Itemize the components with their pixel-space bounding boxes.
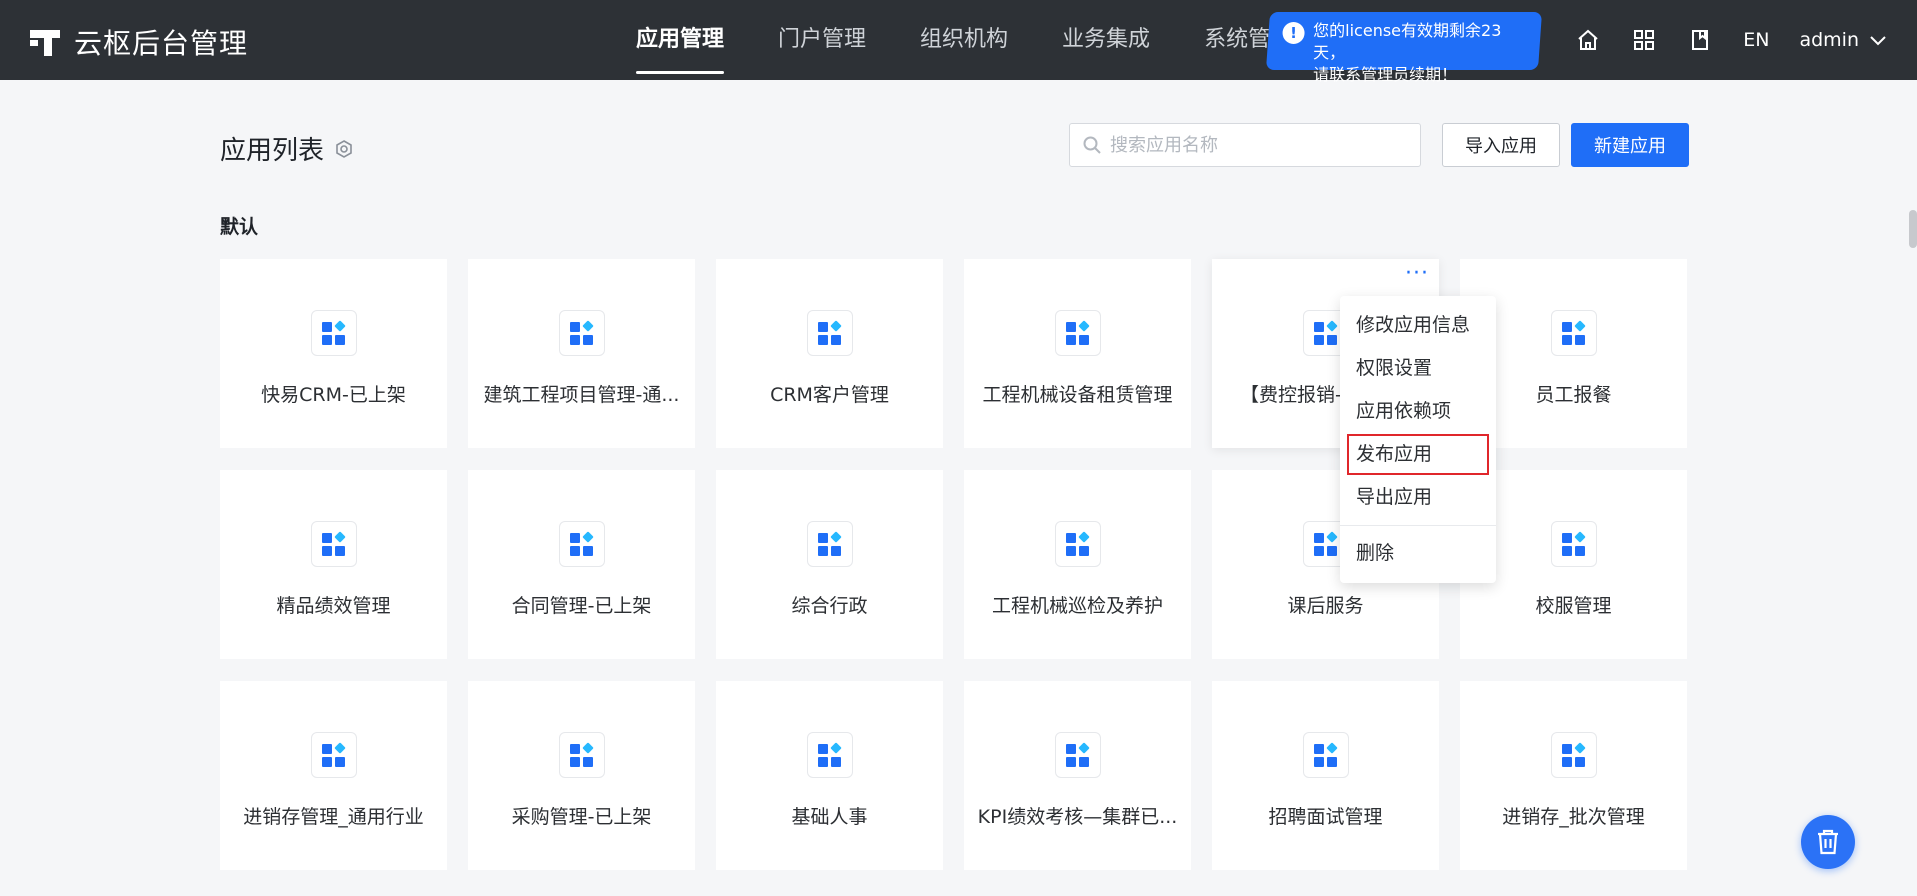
app-name: 建筑工程项目管理-通... xyxy=(483,384,680,406)
book-icon[interactable] xyxy=(1687,27,1713,53)
app-card[interactable]: 建筑工程项目管理-通... xyxy=(468,259,695,448)
page-title-text: 应用列表 xyxy=(220,136,325,166)
app-card[interactable]: 采购管理-已上架 xyxy=(468,681,695,870)
settings-hexagon-icon[interactable] xyxy=(334,139,354,159)
chevron-down-icon xyxy=(1870,36,1886,46)
app-card[interactable]: 综合行政 xyxy=(716,470,943,659)
exclamation-icon: ! xyxy=(1282,22,1305,44)
app-card[interactable]: 招聘面试管理 xyxy=(1212,681,1439,870)
app-name: 招聘面试管理 xyxy=(1268,806,1383,828)
app-name: 采购管理-已上架 xyxy=(511,806,652,828)
menu-divider xyxy=(1340,525,1496,526)
app-name: 校服管理 xyxy=(1535,595,1612,617)
app-card[interactable]: 工程机械设备租赁管理 xyxy=(964,259,1191,448)
app-card[interactable]: 合同管理-已上架 xyxy=(468,470,695,659)
scrollbar-thumb[interactable] xyxy=(1909,210,1917,248)
app-name: CRM客户管理 xyxy=(770,384,889,406)
page-title: 应用列表 xyxy=(220,130,354,167)
app-card[interactable]: 进销存管理_通用行业 xyxy=(220,681,447,870)
app-card[interactable]: 工程机械巡检及养护 xyxy=(964,470,1191,659)
app-grid-icon xyxy=(310,521,357,567)
app-name: 快易CRM-已上架 xyxy=(261,384,406,406)
app-grid-icon xyxy=(1302,732,1349,778)
app-name: 精品绩效管理 xyxy=(276,595,391,617)
app-name: 工程机械设备租赁管理 xyxy=(982,384,1173,406)
app-grid-icon xyxy=(806,521,853,567)
logo[interactable]: 云枢后台管理 xyxy=(30,22,248,62)
app-name: KPI绩效考核—集群已... xyxy=(977,806,1178,828)
app-name: 员工报餐 xyxy=(1535,384,1612,406)
language-switch[interactable]: EN xyxy=(1743,29,1769,51)
app-grid-icon xyxy=(1054,521,1101,567)
app-card[interactable]: 快易CRM-已上架 xyxy=(220,259,447,448)
username: admin xyxy=(1799,29,1859,51)
app-grid-icon xyxy=(1054,310,1101,356)
app-grid-icon xyxy=(1550,310,1597,356)
menu-item-export[interactable]: 导出应用 xyxy=(1340,476,1496,519)
app-name: 课后服务 xyxy=(1287,595,1364,617)
home-icon[interactable] xyxy=(1575,27,1601,53)
menu-item-publish[interactable]: 发布应用 xyxy=(1346,433,1490,476)
app-grid-icon xyxy=(806,310,853,356)
main-nav: 应用管理 门户管理 组织机构 业务集成 系统管理 xyxy=(636,0,1292,80)
nav-item-organization[interactable]: 组织机构 xyxy=(920,0,1008,80)
app-grid-icon xyxy=(1550,521,1597,567)
app-grid-icon xyxy=(558,521,605,567)
license-notice: ! 您的license有效期剩余23天， 请联系管理员续期！ xyxy=(1265,12,1543,84)
search-input[interactable] xyxy=(1110,134,1400,156)
group-title: 默认 xyxy=(220,216,259,238)
app-name: 工程机械巡检及养护 xyxy=(991,595,1163,617)
app-name: 基础人事 xyxy=(791,806,868,828)
import-app-button[interactable]: 导入应用 xyxy=(1442,123,1560,167)
app-grid-icon xyxy=(310,310,357,356)
menu-item-dependencies[interactable]: 应用依赖项 xyxy=(1340,390,1496,433)
top-bar: 云枢后台管理 应用管理 门户管理 组织机构 业务集成 系统管理 ! 您的lice… xyxy=(0,0,1917,84)
app-name: 进销存_批次管理 xyxy=(1502,806,1645,828)
app-grid-icon xyxy=(310,732,357,778)
app-grid-icon xyxy=(558,732,605,778)
nav-item-integration[interactable]: 业务集成 xyxy=(1062,0,1150,80)
menu-item-permissions[interactable]: 权限设置 xyxy=(1340,347,1496,390)
app-grid-icon xyxy=(806,732,853,778)
menu-item-edit-info[interactable]: 修改应用信息 xyxy=(1340,304,1496,347)
top-right-actions: EN admin xyxy=(1575,0,1887,80)
app-name: 进销存管理_通用行业 xyxy=(243,806,424,828)
app-card[interactable]: 精品绩效管理 xyxy=(220,470,447,659)
grid-apps-icon[interactable] xyxy=(1631,27,1657,53)
app-grid-icon xyxy=(1054,732,1101,778)
search-icon xyxy=(1083,136,1101,154)
search-box[interactable] xyxy=(1069,123,1421,167)
nav-item-portal-management[interactable]: 门户管理 xyxy=(778,0,866,80)
trash-icon xyxy=(1818,829,1838,855)
app-grid-icon xyxy=(558,310,605,356)
nav-item-app-management[interactable]: 应用管理 xyxy=(636,0,725,80)
license-line-1: 您的license有效期剩余23天， xyxy=(1313,21,1502,62)
new-app-button[interactable]: 新建应用 xyxy=(1571,123,1689,167)
menu-item-delete[interactable]: 删除 xyxy=(1340,532,1496,575)
app-card[interactable]: 基础人事 xyxy=(716,681,943,870)
app-card[interactable]: CRM客户管理 xyxy=(716,259,943,448)
app-card[interactable]: KPI绩效考核—集群已... xyxy=(964,681,1191,870)
app-card[interactable]: 进销存_批次管理 xyxy=(1460,681,1687,870)
logo-icon xyxy=(30,26,62,58)
app-title: 云枢后台管理 xyxy=(74,27,249,60)
more-options-icon[interactable]: ··· xyxy=(1405,263,1429,285)
app-name: 综合行政 xyxy=(791,595,868,617)
app-context-menu: 修改应用信息 权限设置 应用依赖项 发布应用 导出应用 删除 xyxy=(1340,296,1496,583)
app-name: 合同管理-已上架 xyxy=(511,595,652,617)
recycle-bin-button[interactable] xyxy=(1801,815,1855,869)
license-line-2: 请联系管理员续期！ xyxy=(1313,65,1458,84)
app-grid-icon xyxy=(1550,732,1597,778)
user-menu[interactable]: admin xyxy=(1799,29,1887,51)
